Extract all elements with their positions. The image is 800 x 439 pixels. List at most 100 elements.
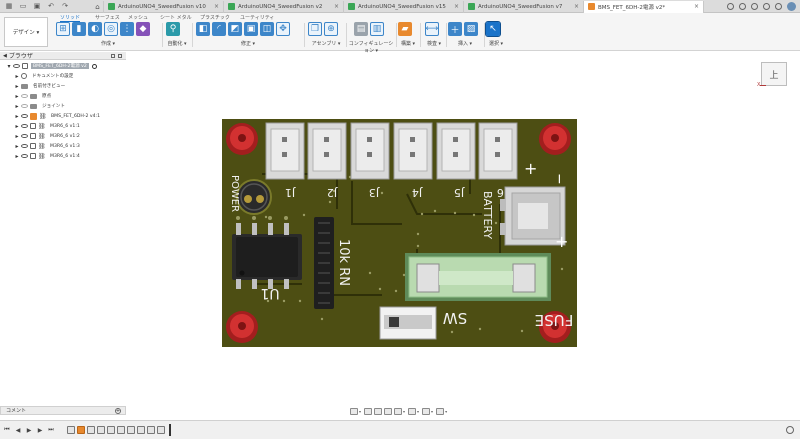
doc-tab-1[interactable]: ArduinoUNO4_SweedFusion v10 × bbox=[104, 0, 224, 13]
tab-plastic[interactable]: プラスチック bbox=[200, 14, 230, 21]
visibility-eye-icon[interactable] bbox=[21, 124, 28, 128]
tree-item-joints[interactable]: ▸ ジョイント bbox=[0, 101, 126, 111]
grid-snaps-icon[interactable] bbox=[422, 408, 431, 415]
doc-tab-5-active[interactable]: BMS_FET_6DH-2電源 v2* × bbox=[584, 0, 704, 13]
grid-menu-icon[interactable]: ▦ bbox=[4, 1, 14, 11]
add-tab-icon[interactable] bbox=[727, 2, 734, 10]
expand-triangle-icon[interactable]: ▾ bbox=[6, 63, 12, 70]
timeline-feature-8[interactable] bbox=[137, 426, 145, 434]
timeline-marker[interactable] bbox=[169, 424, 171, 436]
press-pull-icon[interactable]: ◧ bbox=[196, 22, 210, 36]
tab-surface[interactable]: サーフェス bbox=[95, 14, 120, 21]
visibility-eye-icon[interactable] bbox=[13, 64, 20, 68]
tree-item-named-views[interactable]: ▸ 名前付きビュー bbox=[0, 81, 126, 91]
tab-solid[interactable]: ソリッド bbox=[60, 14, 81, 22]
activate-radio-icon[interactable] bbox=[91, 63, 97, 69]
undo-icon[interactable]: ↶ bbox=[46, 1, 56, 11]
step-back-icon[interactable]: ◀ bbox=[14, 426, 22, 434]
close-icon[interactable]: × bbox=[334, 3, 339, 10]
help-icon[interactable] bbox=[775, 2, 782, 10]
home-tab-icon[interactable]: ⌂ bbox=[92, 0, 104, 13]
close-icon[interactable]: × bbox=[454, 3, 459, 10]
chevron-down-icon[interactable]: ▾ bbox=[403, 409, 405, 414]
avatar[interactable] bbox=[787, 1, 796, 11]
play-icon[interactable]: ▶ bbox=[25, 426, 33, 434]
job-status-icon[interactable] bbox=[751, 2, 758, 10]
tree-item-m3r6-3[interactable]: ▸ ⛓ M3R6_6 v1:3 bbox=[0, 141, 126, 151]
browser-close-icon[interactable] bbox=[118, 53, 122, 58]
comments-panel-bar[interactable]: コメント + bbox=[0, 406, 126, 415]
view-cube[interactable]: 上 bbox=[761, 62, 787, 86]
hole-icon[interactable]: ◎ bbox=[104, 22, 118, 36]
file-icon[interactable]: ▭ bbox=[18, 1, 28, 11]
timeline-feature-4[interactable] bbox=[97, 426, 105, 434]
configuration-icon[interactable]: ▥ bbox=[370, 22, 384, 36]
visibility-eye-icon[interactable] bbox=[21, 114, 28, 118]
expand-triangle-icon[interactable]: ▸ bbox=[14, 73, 20, 80]
zoom-window-icon[interactable] bbox=[394, 408, 403, 415]
configuration-table-icon[interactable]: ▤ bbox=[354, 22, 368, 36]
expand-triangle-icon[interactable]: ▸ bbox=[14, 133, 20, 140]
extrude-icon[interactable]: ▮ bbox=[72, 22, 86, 36]
tree-item-bms-component[interactable]: ▸ ⛓ BMS_FET_6DH-2 v4:1 bbox=[0, 111, 126, 121]
group-label-assembly[interactable]: アセンブリ ▾ bbox=[308, 40, 344, 47]
tree-item-m3r6-4[interactable]: ▸ ⛓ M3R6_6 v1:4 bbox=[0, 151, 126, 161]
browser-pin-icon[interactable] bbox=[111, 53, 115, 58]
timeline-feature-5[interactable] bbox=[107, 426, 115, 434]
expand-triangle-icon[interactable]: ▸ bbox=[14, 143, 20, 150]
collapse-triangle-icon[interactable]: ◀ bbox=[3, 53, 7, 59]
insert-plus-icon[interactable]: ＋ bbox=[448, 22, 462, 36]
visibility-eye-icon[interactable] bbox=[21, 144, 28, 148]
construct-plane-icon[interactable]: ▰ bbox=[398, 22, 412, 36]
timeline-feature-6[interactable] bbox=[117, 426, 125, 434]
timeline-settings-gear-icon[interactable] bbox=[786, 426, 794, 434]
tree-item-origin[interactable]: ▸ 原点 bbox=[0, 91, 126, 101]
doc-tab-4[interactable]: ArduinoUNO4_SweedFusion v7 × bbox=[464, 0, 584, 13]
group-label-automate[interactable]: 自動化 ▾ bbox=[166, 40, 188, 47]
timeline-feature-2[interactable] bbox=[77, 426, 85, 434]
tab-utility[interactable]: ユーティリティ bbox=[240, 14, 274, 21]
save-icon[interactable]: ▣ bbox=[32, 1, 42, 11]
pcb-model[interactable]: J1 J2 J3 J4 J5 J6 POWER U1 10k RN BATTER… bbox=[222, 119, 577, 347]
extensions-icon[interactable] bbox=[739, 2, 746, 10]
create-sketch-icon[interactable]: ⊞ bbox=[56, 22, 70, 36]
joint-icon[interactable]: ⊕ bbox=[324, 22, 338, 36]
new-component-icon[interactable]: ❐ bbox=[308, 22, 322, 36]
doc-tab-2[interactable]: ArduinoUNO4_SweedFusion v2 × bbox=[224, 0, 344, 13]
measure-icon[interactable]: ⟷ bbox=[425, 22, 439, 36]
close-icon[interactable]: × bbox=[574, 3, 579, 10]
chevron-down-icon[interactable]: ▾ bbox=[359, 409, 361, 414]
go-to-end-icon[interactable]: ⏭ bbox=[47, 426, 55, 434]
chamfer-icon[interactable]: ◩ bbox=[228, 22, 242, 36]
group-label-configuration[interactable]: コンフィギュレーション ▾ bbox=[348, 40, 394, 54]
chevron-down-icon[interactable]: ▾ bbox=[417, 409, 419, 414]
shell-icon[interactable]: ▣ bbox=[244, 22, 258, 36]
chevron-down-icon[interactable]: ▾ bbox=[445, 409, 447, 414]
group-label-modify[interactable]: 修正 ▾ bbox=[196, 40, 300, 47]
expand-triangle-icon[interactable]: ▸ bbox=[14, 83, 20, 90]
pattern-icon[interactable]: ⋮ bbox=[120, 22, 134, 36]
automate-icon[interactable]: ⚲ bbox=[166, 22, 180, 36]
group-label-construct[interactable]: 構築 ▾ bbox=[398, 40, 418, 47]
viewports-icon[interactable] bbox=[436, 408, 445, 415]
insert-image-icon[interactable]: ▨ bbox=[464, 22, 478, 36]
visibility-eye-icon[interactable] bbox=[21, 104, 28, 108]
doc-tab-3[interactable]: ArduinoUNO4_SweedFusion v15 × bbox=[344, 0, 464, 13]
display-settings-icon[interactable] bbox=[408, 408, 417, 415]
expand-triangle-icon[interactable]: ▸ bbox=[14, 153, 20, 160]
chevron-down-icon[interactable]: ▾ bbox=[431, 409, 433, 414]
step-forward-icon[interactable]: ▶ bbox=[36, 426, 44, 434]
add-comment-icon[interactable]: + bbox=[115, 407, 121, 414]
expand-triangle-icon[interactable]: ▸ bbox=[14, 123, 20, 130]
orbit-icon[interactable] bbox=[350, 408, 358, 415]
go-to-start-icon[interactable]: ⏮ bbox=[3, 426, 11, 434]
move-icon[interactable]: ✥ bbox=[276, 22, 290, 36]
visibility-eye-icon[interactable] bbox=[21, 94, 28, 98]
visibility-eye-icon[interactable] bbox=[21, 134, 28, 138]
group-label-inspect[interactable]: 検査 ▾ bbox=[422, 40, 446, 47]
visibility-eye-icon[interactable] bbox=[21, 154, 28, 158]
redo-icon[interactable]: ↷ bbox=[60, 1, 70, 11]
notifications-icon[interactable] bbox=[763, 2, 770, 10]
pan-icon[interactable] bbox=[374, 408, 383, 415]
timeline-feature-3[interactable] bbox=[87, 426, 95, 434]
